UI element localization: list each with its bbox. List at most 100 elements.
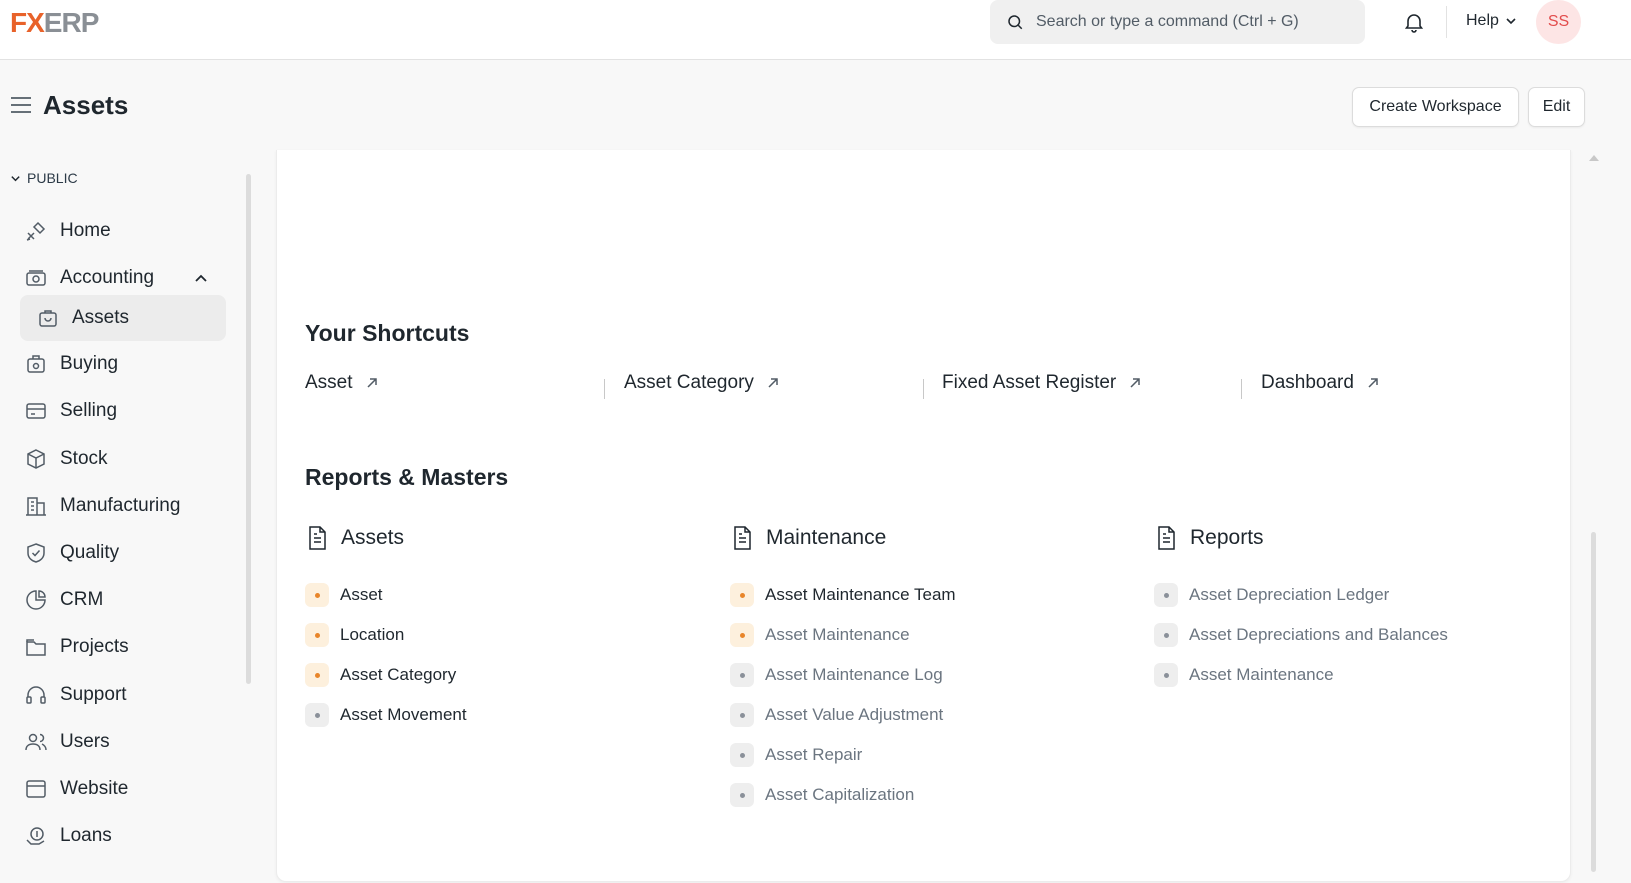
link-label: Location [340, 625, 405, 644]
support-icon [24, 683, 48, 707]
quality-icon [24, 541, 48, 565]
link-asset-maintenance-report[interactable]: Asset Maintenance [1154, 663, 1334, 687]
scroll-up-arrow-icon[interactable] [1589, 155, 1599, 161]
bullet-dot [1154, 623, 1178, 647]
sidebar-toggle-icon[interactable] [10, 96, 32, 114]
card-heading-assets: Assets [305, 525, 404, 551]
sidebar-item-support[interactable]: Support [20, 672, 226, 718]
users-icon [24, 730, 48, 754]
link-label: Asset Maintenance [1189, 665, 1334, 684]
link-label: Asset Value Adjustment [765, 705, 944, 724]
sidebar-item-label: Assets [72, 307, 130, 328]
sidebar-item-label: Website [60, 778, 129, 799]
bullet-dot [305, 583, 329, 607]
create-workspace-button[interactable]: Create Workspace [1352, 87, 1519, 127]
link-asset-capitalization[interactable]: Asset Capitalization [730, 783, 914, 807]
help-dropdown[interactable]: Help [1466, 12, 1517, 30]
search-icon [1008, 15, 1023, 30]
link-asset-depreciations-and-balances[interactable]: Asset Depreciations and Balances [1154, 623, 1448, 647]
manufacturing-icon [24, 494, 48, 518]
bullet-dot [305, 623, 329, 647]
card-heading-label: Reports [1190, 526, 1264, 549]
sidebar-item-quality[interactable]: Quality [20, 530, 226, 576]
link-asset-maintenance[interactable]: Asset Maintenance [730, 623, 910, 647]
link-asset-repair[interactable]: Asset Repair [730, 743, 862, 767]
card-heading-reports: Reports [1154, 525, 1264, 551]
link-asset-category[interactable]: Asset Category [305, 663, 456, 687]
link-label: Asset Movement [340, 705, 467, 724]
sidebar-item-buying[interactable]: Buying [20, 341, 226, 387]
link-label: Asset Category [340, 665, 457, 684]
navbar-divider [1446, 6, 1447, 38]
sidebar-item-label: Manufacturing [60, 495, 181, 516]
sidebar-scrollbar[interactable] [246, 174, 251, 684]
bullet-dot [730, 623, 754, 647]
workspace-card: Your Shortcuts Asset Asset Category Fixe… [276, 150, 1571, 882]
bullet-dot [1154, 583, 1178, 607]
navbar: FXERP Help SS [0, 0, 1631, 60]
sidebar-item-manufacturing[interactable]: Manufacturing [20, 483, 226, 529]
link-asset[interactable]: Asset [305, 583, 383, 607]
bullet-dot [305, 663, 329, 687]
sidebar-item-stock[interactable]: Stock [20, 436, 226, 482]
sidebar-item-label: Users [60, 731, 110, 752]
sidebar-section-label: PUBLIC [27, 170, 78, 186]
app-logo[interactable]: FXERP [10, 8, 99, 38]
selling-icon [24, 399, 48, 423]
sidebar-item-home[interactable]: Home [20, 208, 226, 254]
stock-icon [24, 447, 48, 471]
search-bar[interactable] [990, 0, 1365, 44]
sidebar-item-label: Support [60, 684, 127, 705]
link-asset-depreciation-ledger[interactable]: Asset Depreciation Ledger [1154, 583, 1389, 607]
sidebar-item-website[interactable]: Website [20, 766, 226, 812]
sidebar-item-assets[interactable]: Assets [20, 295, 226, 341]
projects-icon [24, 635, 48, 659]
document-icon [734, 526, 751, 550]
link-asset-maintenance-log[interactable]: Asset Maintenance Log [730, 663, 943, 687]
page-title: Assets [43, 90, 129, 120]
link-label: Asset Maintenance Log [765, 665, 943, 684]
chevron-up-icon[interactable] [192, 269, 210, 287]
chevron-down-icon [11, 175, 20, 181]
bullet-dot [730, 703, 754, 727]
shortcut-label: Asset [305, 372, 353, 393]
card-heading-label: Assets [341, 526, 405, 549]
link-asset-value-adjustment[interactable]: Asset Value Adjustment [730, 703, 943, 727]
shortcut-divider [604, 379, 605, 399]
sidebar-item-crm[interactable]: CRM [20, 577, 226, 623]
link-label: Asset Depreciations and Balances [1189, 625, 1448, 644]
user-avatar[interactable]: SS [1536, 0, 1581, 44]
shortcut-label: Fixed Asset Register [942, 372, 1117, 393]
sidebar-item-loans[interactable]: Loans [20, 813, 226, 859]
sidebar-item-label: CRM [60, 589, 104, 610]
sidebar-section-public[interactable]: PUBLIC [10, 170, 78, 186]
shortcut-asset[interactable]: Asset [305, 372, 379, 394]
edit-button[interactable]: Edit [1528, 87, 1585, 127]
sidebar-item-selling[interactable]: Selling [20, 388, 226, 434]
link-label: Asset Repair [765, 745, 863, 764]
sidebar-item-users[interactable]: Users [20, 719, 226, 765]
arrow-up-right-icon [768, 378, 778, 388]
sidebar-item-projects[interactable]: Projects [20, 624, 226, 670]
link-asset-maintenance-team[interactable]: Asset Maintenance Team [730, 583, 956, 607]
link-asset-movement[interactable]: Asset Movement [305, 703, 467, 727]
reports-masters-title: Reports & Masters [305, 464, 509, 490]
shortcuts-title: Your Shortcuts [305, 320, 470, 346]
link-location[interactable]: Location [305, 623, 404, 647]
accounting-icon [24, 266, 48, 290]
search-input[interactable] [1036, 13, 1356, 31]
link-label: Asset Maintenance [765, 625, 910, 644]
notification-bell-icon[interactable] [1402, 10, 1426, 34]
bullet-dot [305, 703, 329, 727]
bullet-dot [1154, 663, 1178, 687]
shortcut-dashboard[interactable]: Dashboard [1261, 372, 1380, 394]
help-label: Help [1466, 12, 1499, 29]
chevron-down-icon [1506, 18, 1516, 25]
bullet-dot [730, 663, 754, 687]
sidebar-item-label: Loans [60, 825, 112, 846]
document-icon [1158, 526, 1175, 550]
shortcut-fixed-asset-register[interactable]: Fixed Asset Register [942, 372, 1142, 394]
sidebar-item-label: Projects [60, 636, 129, 657]
shortcut-asset-category[interactable]: Asset Category [624, 372, 780, 394]
main-scrollbar[interactable] [1591, 532, 1596, 872]
